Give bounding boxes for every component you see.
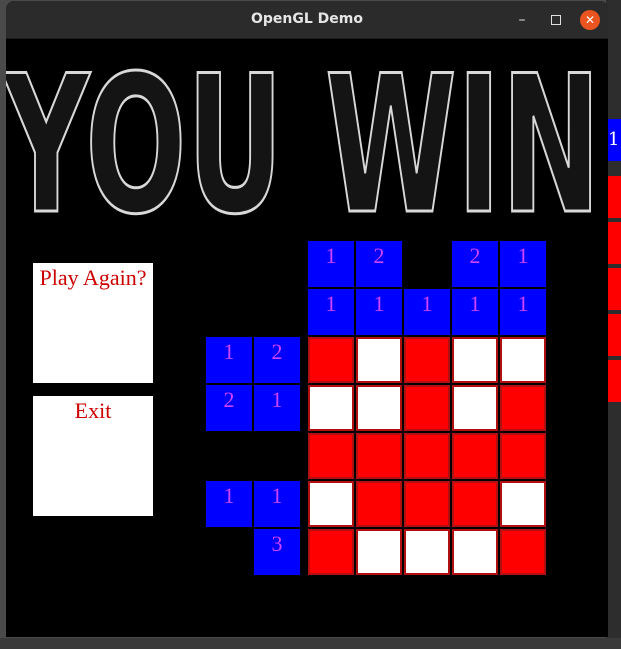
grid-cell-filled[interactable] [500, 385, 546, 431]
row-clue: 1 [254, 385, 300, 431]
row-clue: 3 [254, 529, 300, 575]
column-clue: 1 [356, 289, 402, 335]
row-clue: 1 [206, 481, 252, 527]
minimize-icon[interactable]: – [512, 10, 532, 30]
grid-cell-filled[interactable] [452, 433, 498, 479]
grid-cell-filled[interactable] [500, 529, 546, 575]
close-icon[interactable]: ✕ [580, 10, 600, 30]
column-clue: 1 [308, 289, 354, 335]
row-clue: 2 [254, 337, 300, 383]
play-again-button[interactable]: Play Again? [33, 263, 153, 383]
you-win-text: YOU WIN [6, 53, 601, 223]
background-window-cell [608, 314, 621, 356]
grid-cell-empty[interactable] [308, 481, 354, 527]
grid-cell-filled[interactable] [356, 481, 402, 527]
background-window-cell [608, 222, 621, 264]
grid-cell-filled[interactable] [404, 337, 450, 383]
grid-cell-empty[interactable] [500, 481, 546, 527]
grid-cell-filled[interactable] [404, 433, 450, 479]
background-window-cell [608, 176, 621, 218]
grid-cell-empty[interactable] [404, 529, 450, 575]
exit-button[interactable]: Exit [33, 396, 153, 516]
background-window-cell [608, 360, 621, 402]
column-clue: 1 [500, 241, 546, 287]
grid-cell-empty[interactable] [356, 385, 402, 431]
grid-cell-filled[interactable] [356, 433, 402, 479]
title-bar[interactable]: OpenGL Demo – ✕ [6, 1, 608, 39]
grid-cell-empty[interactable] [356, 529, 402, 575]
column-clue: 2 [356, 241, 402, 287]
game-canvas: YOU WIN Play Again? Exit 122111111122111… [6, 39, 608, 637]
column-clue: 1 [404, 289, 450, 335]
row-clue: 2 [206, 385, 252, 431]
app-window: OpenGL Demo – ✕ YOU WIN Play Again? Exit… [6, 1, 608, 637]
grid-cell-empty[interactable] [452, 529, 498, 575]
grid-cell-filled[interactable] [500, 433, 546, 479]
you-win-banner: YOU WIN [6, 53, 602, 223]
grid-cell-filled[interactable] [308, 529, 354, 575]
grid-cell-filled[interactable] [308, 433, 354, 479]
column-clue: 1 [500, 289, 546, 335]
desktop-background-bottom [0, 638, 621, 649]
grid-cell-empty[interactable] [308, 385, 354, 431]
row-clue: 1 [206, 337, 252, 383]
grid-cell-filled[interactable] [404, 385, 450, 431]
grid-cell-filled[interactable] [452, 481, 498, 527]
row-clue: 1 [254, 481, 300, 527]
maximize-icon[interactable] [546, 10, 566, 30]
grid-cell-empty[interactable] [452, 337, 498, 383]
column-clue: 1 [452, 289, 498, 335]
background-window-clue: 1 [607, 119, 621, 161]
grid-cell-filled[interactable] [308, 337, 354, 383]
grid-cell-empty[interactable] [356, 337, 402, 383]
grid-cell-filled[interactable] [404, 481, 450, 527]
grid-cell-empty[interactable] [452, 385, 498, 431]
background-window-cell [608, 268, 621, 310]
column-clue: 2 [452, 241, 498, 287]
grid-cell-empty[interactable] [500, 337, 546, 383]
column-clue: 1 [308, 241, 354, 287]
